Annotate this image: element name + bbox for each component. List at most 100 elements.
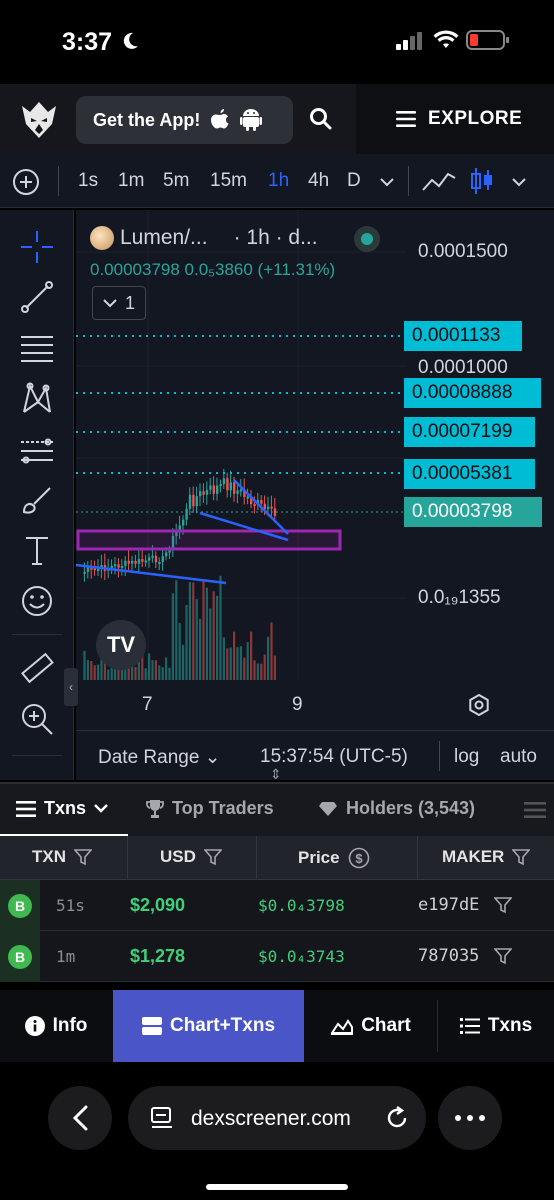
volume-bar xyxy=(219,575,222,680)
timeframe-d[interactable]: D xyxy=(347,170,361,192)
toolbar-collapse-handle[interactable]: ‹ xyxy=(64,668,78,706)
fib-retracement-tool[interactable] xyxy=(20,332,54,366)
txn-maker[interactable]: e197dE xyxy=(418,895,479,915)
table-row[interactable]: B 51s $2,090 $0.0₄3798 e197dE xyxy=(0,880,554,931)
volume-bar xyxy=(97,664,100,680)
resize-handle-icon[interactable]: ⇕ xyxy=(270,766,282,783)
filter-icon[interactable] xyxy=(203,848,222,866)
reload-icon[interactable] xyxy=(384,1105,410,1131)
support-zone-rectangle xyxy=(76,529,342,551)
timeframe-4h[interactable]: 4h xyxy=(308,170,329,192)
nav-chart-txns[interactable]: Chart+Txns xyxy=(113,990,304,1062)
signal-icon xyxy=(396,32,422,50)
trendline-tool[interactable] xyxy=(20,280,54,314)
nav-txns-label: Txns xyxy=(487,1015,533,1036)
divider xyxy=(127,836,128,880)
alert-price-tag[interactable]: 0.00005381 xyxy=(404,459,535,489)
address-bar[interactable]: dexscreener.com xyxy=(128,1086,426,1150)
date-range-selector[interactable]: Date Range ⌄ xyxy=(98,746,221,769)
tab-txns[interactable]: Txns xyxy=(16,798,108,819)
more-options-button[interactable] xyxy=(438,1086,502,1150)
ruler-icon xyxy=(21,652,54,684)
price-axis-label: 0.0₁₉1355 xyxy=(418,587,501,608)
column-header-txn[interactable]: TXN xyxy=(32,847,92,867)
log-scale-toggle[interactable]: log xyxy=(454,746,479,768)
filter-icon[interactable] xyxy=(494,896,512,914)
drawing-toolbar xyxy=(0,210,74,780)
trendline-icon xyxy=(21,281,53,313)
alert-price-tag[interactable]: 0.00008888 xyxy=(404,378,541,408)
volume-bar xyxy=(158,665,161,680)
column-header-maker[interactable]: MAKER xyxy=(442,847,531,867)
page-menu-icon[interactable] xyxy=(150,1106,174,1130)
nav-info[interactable]: Info xyxy=(0,990,112,1062)
chart-symbol[interactable]: Lumen/... xyxy=(120,226,208,250)
add-indicator-icon[interactable] xyxy=(12,168,40,196)
market-status-indicator xyxy=(354,226,380,252)
filter-icon[interactable] xyxy=(494,947,512,965)
nav-chart[interactable]: Chart xyxy=(305,990,437,1062)
candle-body xyxy=(158,561,161,564)
timeframe-1s[interactable]: 1s xyxy=(78,170,98,192)
column-header-price[interactable]: Price $ xyxy=(298,847,370,869)
chart-interval: · 1h · d... xyxy=(233,226,318,249)
nav-info-label: Info xyxy=(52,1015,88,1036)
volume-bar xyxy=(90,660,93,680)
volume-bar xyxy=(212,591,215,680)
timeframe-15m[interactable]: 15m xyxy=(210,170,247,192)
volume-bar xyxy=(267,636,270,680)
price-axis-label: 0.0001500 xyxy=(418,241,508,262)
crosshair-tool[interactable] xyxy=(20,230,54,264)
brush-tool[interactable] xyxy=(20,484,54,518)
dexscreener-logo-icon[interactable] xyxy=(18,98,60,140)
tradingview-logo-icon[interactable]: TV xyxy=(96,620,146,670)
back-button[interactable] xyxy=(48,1086,112,1150)
chart-settings-icon[interactable] xyxy=(468,694,490,716)
txn-maker[interactable]: 787035 xyxy=(418,946,479,966)
explore-button[interactable]: EXPLORE xyxy=(356,84,554,154)
projection-tool[interactable] xyxy=(20,434,54,468)
indicators-count: 1 xyxy=(124,292,135,313)
divider xyxy=(417,836,418,880)
candle-body xyxy=(192,494,195,507)
get-app-button[interactable]: Get the App! xyxy=(76,96,293,144)
timeframe-1m[interactable]: 1m xyxy=(118,170,144,192)
smiley-icon xyxy=(22,586,52,616)
app-header: Get the App! EXPLORE xyxy=(0,84,554,154)
text-tool[interactable] xyxy=(20,534,54,568)
alert-price-tag[interactable]: 0.0001133 xyxy=(404,321,522,351)
timeframe-5m[interactable]: 5m xyxy=(163,170,189,192)
price-chart[interactable]: Lumen/... · 1h · d... 0.00003798 0.0₅386… xyxy=(76,210,554,780)
volume-bar xyxy=(236,647,239,680)
tab-holders[interactable]: Holders (3,543) xyxy=(318,798,475,819)
table-row[interactable]: B 1m $1,278 $0.0₄3743 787035 xyxy=(0,931,554,982)
auto-scale-toggle[interactable]: auto xyxy=(500,746,537,768)
emoji-tool[interactable] xyxy=(20,584,54,618)
timeframe-1h[interactable]: 1h xyxy=(268,170,289,192)
filter-icon[interactable] xyxy=(512,848,531,866)
chart-clock[interactable]: 15:37:54 (UTC-5) xyxy=(260,746,408,768)
nav-txns[interactable]: Txns xyxy=(438,990,554,1062)
chevron-down-icon[interactable] xyxy=(512,178,526,187)
measure-tool[interactable] xyxy=(20,652,54,686)
xabcd-pattern-icon xyxy=(23,382,51,413)
candles-chart-type-icon[interactable] xyxy=(470,166,494,196)
line-chart-type-icon[interactable] xyxy=(422,170,456,192)
zoom-tool[interactable] xyxy=(20,702,54,736)
candle-body xyxy=(97,569,100,572)
indicators-toggle-button[interactable]: 1 xyxy=(92,286,146,320)
hamburger-icon xyxy=(396,111,416,127)
volume-bar xyxy=(246,642,249,680)
txn-usd: $2,090 xyxy=(130,895,186,915)
alert-price-tag[interactable]: 0.00007199 xyxy=(404,417,535,447)
volume-bar xyxy=(216,595,219,680)
more-tabs-icon[interactable] xyxy=(524,802,546,818)
tab-top-traders[interactable]: Top Traders xyxy=(146,798,274,819)
pattern-tool[interactable] xyxy=(20,382,54,416)
column-header-usd[interactable]: USD xyxy=(160,847,222,867)
chevron-down-icon[interactable] xyxy=(380,178,394,187)
filter-icon[interactable] xyxy=(74,848,92,866)
info-icon xyxy=(24,1016,45,1036)
search-icon[interactable] xyxy=(308,106,334,132)
currency-toggle-icon[interactable]: $ xyxy=(348,847,370,869)
